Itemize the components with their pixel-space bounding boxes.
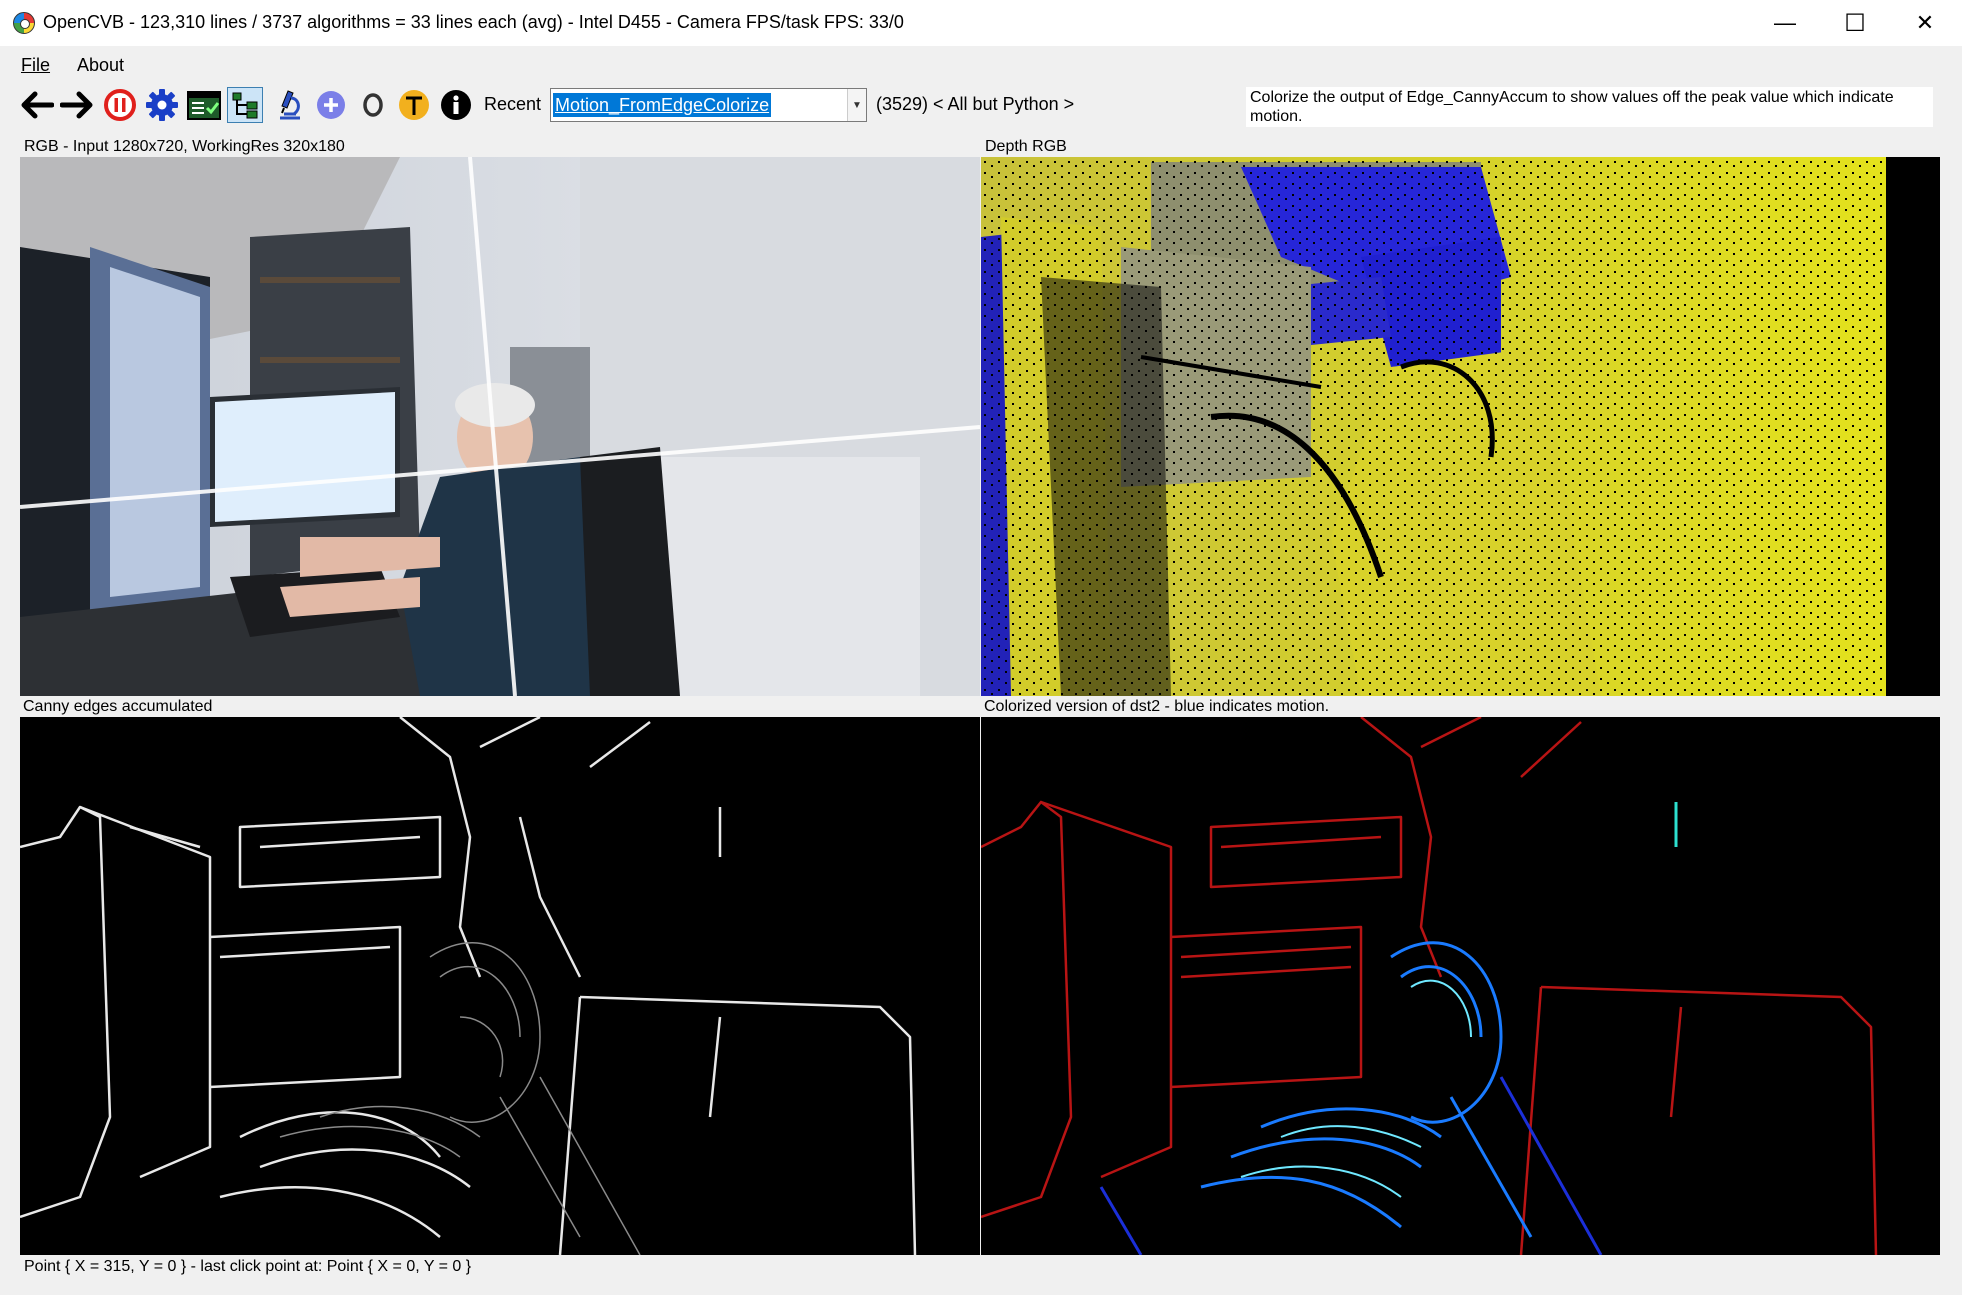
algorithm-combobox[interactable]: Motion_FromEdgeColorize ▼ xyxy=(550,88,867,122)
depth-panel-caption: Depth RGB xyxy=(985,138,1067,155)
motion-colorized-panel[interactable] xyxy=(981,717,1940,1255)
menu-file[interactable]: File xyxy=(21,55,50,76)
motion-colorized-image xyxy=(981,717,1878,1255)
depth-image-panel[interactable] xyxy=(981,157,1940,696)
algorithm-description: Colorize the output of Edge_CannyAccum t… xyxy=(1246,87,1933,127)
rgb-camera-image xyxy=(20,157,980,696)
test-all-checklist-icon[interactable] xyxy=(186,87,222,123)
app-logo-icon xyxy=(13,12,35,34)
forward-arrow-icon[interactable] xyxy=(59,87,95,123)
add-plus-icon[interactable] xyxy=(313,87,349,123)
title-bar: OpenCVB - 123,310 lines / 3737 algorithm… xyxy=(0,0,1962,46)
maximize-button[interactable]: ☐ xyxy=(1820,0,1890,46)
canny-edges-panel[interactable] xyxy=(20,717,980,1255)
dropdown-arrow-icon[interactable]: ▼ xyxy=(847,89,866,121)
back-arrow-icon[interactable] xyxy=(19,87,55,123)
menu-bar: File About xyxy=(0,46,1962,84)
info-icon[interactable] xyxy=(438,87,474,123)
algorithm-tree-icon[interactable] xyxy=(227,87,263,123)
rgb-panel-caption: RGB - Input 1280x720, WorkingRes 320x180 xyxy=(24,138,345,155)
circle-outline-icon[interactable] xyxy=(355,87,391,123)
canny-panel-caption: Canny edges accumulated xyxy=(23,698,213,715)
translate-t-icon[interactable] xyxy=(396,87,432,123)
rgb-image-panel[interactable] xyxy=(20,157,980,696)
minimize-button[interactable]: — xyxy=(1750,0,1820,46)
canny-edges-image xyxy=(20,717,917,1255)
pause-icon[interactable] xyxy=(102,87,138,123)
microscope-icon[interactable] xyxy=(271,87,307,123)
toolbar: Recent Motion_FromEdgeColorize ▼ (3529) … xyxy=(0,84,1962,127)
depth-colormap-image xyxy=(981,157,1940,696)
window-title: OpenCVB - 123,310 lines / 3737 algorithm… xyxy=(43,12,904,32)
status-bar-text: Point { X = 315, Y = 0 } - last click po… xyxy=(24,1258,472,1275)
recent-label: Recent xyxy=(484,94,542,114)
settings-gear-icon[interactable] xyxy=(144,87,180,123)
close-button[interactable]: ✕ xyxy=(1890,0,1960,46)
algorithm-combobox-value[interactable]: Motion_FromEdgeColorize xyxy=(553,93,772,117)
algorithm-group-label[interactable]: (3529) < All but Python > xyxy=(876,94,1074,115)
menu-about[interactable]: About xyxy=(77,55,124,76)
motion-panel-caption: Colorized version of dst2 - blue indicat… xyxy=(984,698,1330,715)
